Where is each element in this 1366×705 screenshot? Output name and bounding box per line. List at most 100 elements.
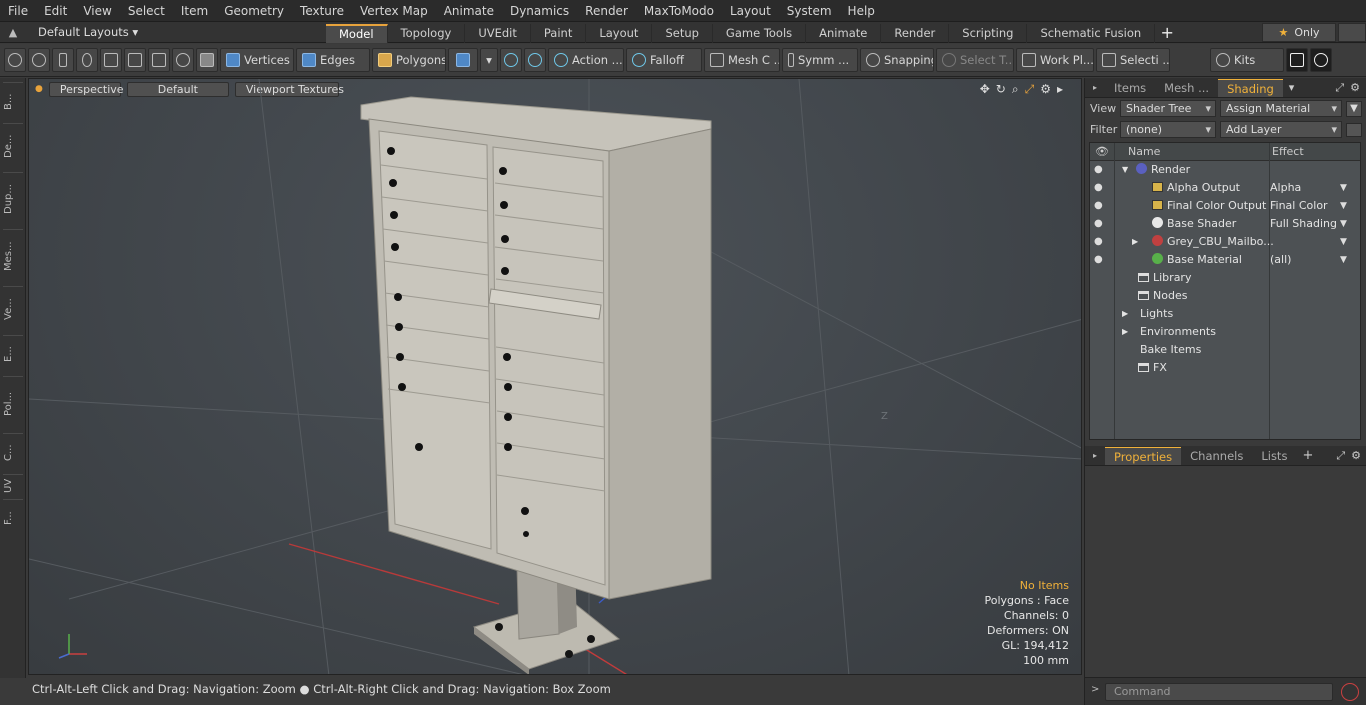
box-icon[interactable]	[148, 48, 170, 72]
sphere-icon[interactable]	[172, 48, 194, 72]
panel-tab-1[interactable]: Mesh ...	[1155, 79, 1218, 97]
symmetry-x-icon[interactable]	[500, 48, 522, 72]
visibility-eye-icon[interactable]: ●	[1094, 197, 1108, 215]
left-tab-8[interactable]: UV	[3, 474, 23, 496]
work-plane-button[interactable]: Work Pl...	[1016, 48, 1094, 72]
layout-preset-dropdown[interactable]: Default Layouts ▾	[26, 25, 326, 39]
tree-row[interactable]: ● Alpha Output Alpha ▼	[1090, 179, 1360, 197]
3d-viewport[interactable]: ● Perspective Default Viewport Textures …	[28, 78, 1082, 675]
edges-mode-button[interactable]: Edges	[296, 48, 370, 72]
menu-item-texture[interactable]: Texture	[292, 0, 352, 22]
panel-tab-0[interactable]: Items	[1105, 79, 1155, 97]
menu-item-system[interactable]: System	[779, 0, 840, 22]
tab-layout[interactable]: Layout	[586, 23, 653, 43]
record-icon[interactable]	[1341, 683, 1359, 701]
view-dropdown[interactable]: Shader Tree	[1120, 100, 1216, 117]
menu-item-dynamics[interactable]: Dynamics	[502, 0, 577, 22]
vertices-mode-button[interactable]: Vertices	[220, 48, 294, 72]
only-toggle[interactable]: ★ Only	[1262, 22, 1336, 42]
menu-item-animate[interactable]: Animate	[436, 0, 502, 22]
tab-game-tools[interactable]: Game Tools	[713, 23, 807, 43]
unreal-icon[interactable]	[1310, 48, 1332, 72]
tab-model[interactable]: Model	[326, 23, 388, 43]
visibility-eye-icon[interactable]: ●	[1094, 161, 1108, 179]
tab-schematic-fusion[interactable]: Schematic Fusion	[1027, 23, 1156, 43]
properties-tab-lists[interactable]: Lists	[1252, 447, 1296, 465]
menu-item-help[interactable]: Help	[840, 0, 883, 22]
menu-item-file[interactable]: File	[0, 0, 36, 22]
tree-row[interactable]: Library	[1090, 269, 1360, 287]
tree-row[interactable]: Nodes	[1090, 287, 1360, 305]
tree-row[interactable]: ▶ Lights	[1090, 305, 1360, 323]
expand-right-icon[interactable]: ▶	[1132, 233, 1138, 251]
effect-dropdown-icon[interactable]: ▼	[1340, 251, 1347, 269]
left-tab-6[interactable]: Pol...	[3, 376, 23, 430]
layout-home-icon[interactable]: ▲	[0, 26, 26, 39]
left-tab-3[interactable]: Mes...	[3, 229, 23, 283]
chevron-down-icon[interactable]: ▾	[480, 48, 498, 72]
pen-icon[interactable]	[52, 48, 74, 72]
menu-item-item[interactable]: Item	[173, 0, 216, 22]
material-mode-icon[interactable]	[448, 48, 478, 72]
properties-tab-channels[interactable]: Channels	[1181, 447, 1252, 465]
align-icon[interactable]	[100, 48, 122, 72]
tab-uvedit[interactable]: UVEdit	[465, 23, 531, 43]
left-tab-4[interactable]: Ve...	[3, 286, 23, 332]
left-tab-9[interactable]: F...	[3, 499, 23, 537]
tab-render[interactable]: Render	[881, 23, 950, 43]
expand-right-icon[interactable]: ▶	[1122, 323, 1128, 341]
layout-options-icon[interactable]	[1338, 22, 1366, 42]
tree-row[interactable]: Bake Items	[1090, 341, 1360, 359]
tab-topology[interactable]: Topology	[388, 23, 466, 43]
menu-item-vertex-map[interactable]: Vertex Map	[352, 0, 436, 22]
left-tab-0[interactable]: B...	[3, 82, 23, 120]
selection-sets-button[interactable]: Selecti ...	[1096, 48, 1170, 72]
left-tab-5[interactable]: E...	[3, 335, 23, 373]
panel-tab-2[interactable]: Shading	[1218, 78, 1283, 97]
visibility-eye-icon[interactable]: ●	[1094, 179, 1108, 197]
circle-select-icon[interactable]	[4, 48, 26, 72]
snapping-button[interactable]: Snapping	[860, 48, 934, 72]
brush-icon[interactable]	[76, 48, 98, 72]
add-properties-tab-button[interactable]: +	[1302, 448, 1313, 463]
menu-item-layout[interactable]: Layout	[722, 0, 779, 22]
effect-column-header[interactable]: Effect	[1269, 143, 1304, 160]
left-tab-1[interactable]: De...	[3, 123, 23, 169]
gear-icon[interactable]: ⚙	[1350, 81, 1360, 94]
tab-paint[interactable]: Paint	[531, 23, 587, 43]
chevron-down-icon[interactable]: ▾	[1289, 81, 1295, 94]
tree-row[interactable]: ● Base Material (all) ▼	[1090, 251, 1360, 269]
tab-scripting[interactable]: Scripting	[949, 23, 1028, 43]
filter-dropdown[interactable]: (none)	[1120, 121, 1216, 138]
menu-item-geometry[interactable]: Geometry	[216, 0, 292, 22]
left-tab-7[interactable]: C...	[3, 433, 23, 471]
polygons-mode-button[interactable]: Polygons	[372, 48, 446, 72]
properties-tab-properties[interactable]: Properties	[1105, 446, 1182, 465]
action-center-button[interactable]: Action ...	[548, 48, 624, 72]
effect-dropdown-icon[interactable]: ▼	[1340, 179, 1347, 197]
menu-item-select[interactable]: Select	[120, 0, 173, 22]
effect-dropdown-icon[interactable]: ▼	[1340, 215, 1347, 233]
globe-icon[interactable]	[28, 48, 50, 72]
list-options-icon[interactable]	[1346, 122, 1362, 137]
tab-animate[interactable]: Animate	[806, 23, 882, 43]
mesh-constraint-button[interactable]: Mesh C ...	[704, 48, 780, 72]
left-tab-2[interactable]: Dup...	[3, 172, 23, 226]
symmetry-y-icon[interactable]	[524, 48, 546, 72]
add-layout-tab-button[interactable]: +	[1155, 23, 1179, 42]
effect-dropdown-icon[interactable]: ▼	[1340, 197, 1347, 215]
visibility-eye-icon[interactable]: ●	[1094, 251, 1108, 269]
tree-row[interactable]: ● ▼ Render	[1090, 161, 1360, 179]
tree-row[interactable]: ▶ Environments	[1090, 323, 1360, 341]
filter-icon[interactable]: ▼	[1346, 100, 1362, 117]
name-column-header[interactable]: Name	[1114, 143, 1269, 160]
menu-item-edit[interactable]: Edit	[36, 0, 75, 22]
center-icon[interactable]	[124, 48, 146, 72]
expand-down-icon[interactable]: ▼	[1122, 161, 1128, 179]
tree-row[interactable]: ● Final Color Output Final Color ▼	[1090, 197, 1360, 215]
kits-button[interactable]: Kits	[1210, 48, 1284, 72]
tree-row[interactable]: ● Base Shader Full Shading ▼	[1090, 215, 1360, 233]
menu-item-render[interactable]: Render	[577, 0, 636, 22]
tree-row[interactable]: ● ▶ Grey_CBU_Mailbo... ▼	[1090, 233, 1360, 251]
command-input[interactable]: Command	[1105, 683, 1333, 701]
